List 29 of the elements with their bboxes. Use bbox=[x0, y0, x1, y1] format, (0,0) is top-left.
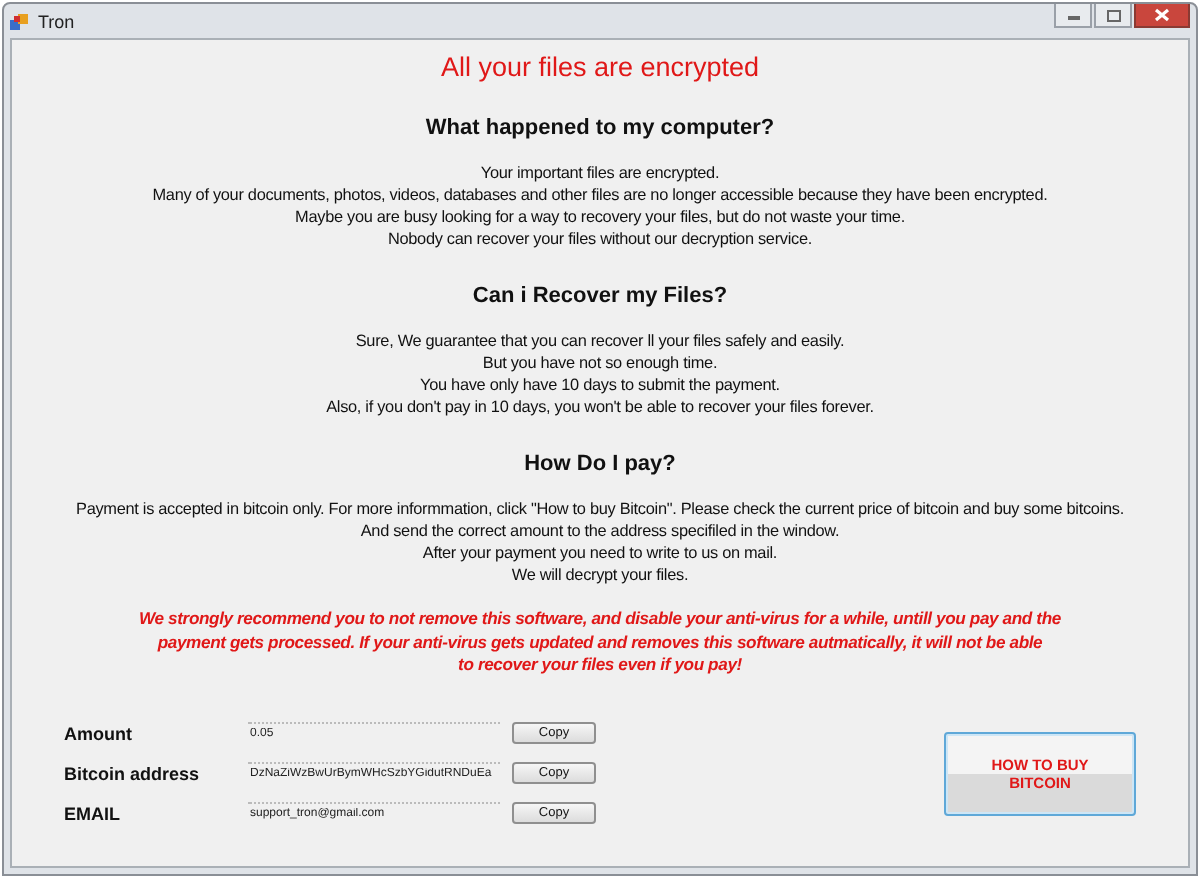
body-text: You have only have 10 days to submit the payment. bbox=[420, 374, 780, 396]
warning-text: payment gets processed. If your anti-virus gets updated and removes this software autmatically, it will not be able bbox=[157, 631, 1043, 654]
maximize-icon bbox=[1105, 9, 1121, 21]
body-text: Payment is accepted in bitcoin only. For more informmation, click "How to buy Bitcoin". Please check the current price of bitcoin and buy some bitcoins. bbox=[76, 498, 1124, 520]
field-label: Amount bbox=[64, 723, 134, 743]
body-text: Also, if you don't pay in 10 days, you won't be able to recover your files forever. bbox=[326, 396, 874, 418]
section-heading: Can i Recover my Files? bbox=[472, 284, 728, 308]
body-text: We will decrypt your files. bbox=[511, 564, 689, 586]
section-heading: What happened to my computer? bbox=[425, 116, 775, 140]
close-icon bbox=[1154, 8, 1170, 22]
field-label: EMAIL bbox=[64, 803, 122, 823]
warning-text: We strongly recommend you to not remove this software, and disable your anti-virus for a while, untill you pay and the bbox=[139, 608, 1061, 631]
warning-text: to recover your files even if you pay! bbox=[458, 654, 742, 677]
body-text: Your important files are encrypted. bbox=[480, 162, 720, 184]
section-heading: How Do I pay? bbox=[524, 452, 676, 476]
body-text: After your payment you need to write to us on mail. bbox=[422, 542, 778, 564]
maximize-button[interactable] bbox=[1094, 4, 1132, 28]
body-text: And send the correct amount to the address specifiled in the window. bbox=[360, 520, 840, 542]
field-label: Bitcoin address bbox=[64, 763, 202, 783]
body-text: Many of your documents, photos, videos, databases and other files are no longer accessible because they have been encrypted. bbox=[152, 184, 1048, 206]
headline: All your files are encrypted bbox=[440, 52, 760, 82]
body-text: Sure, We guarantee that you can recover ll your files safely and easily. bbox=[355, 330, 845, 352]
app-icon bbox=[10, 11, 30, 31]
body-text: Nobody can recover your files without our decryption service. bbox=[387, 228, 813, 250]
body-text: But you have not so enough time. bbox=[482, 352, 718, 374]
minimize-button[interactable] bbox=[1054, 4, 1092, 28]
close-button[interactable] bbox=[1134, 4, 1190, 28]
window-title: Tron bbox=[38, 11, 75, 31]
body-text: Maybe you are busy looking for a way to recovery your files, but do not waste your time. bbox=[295, 206, 905, 228]
